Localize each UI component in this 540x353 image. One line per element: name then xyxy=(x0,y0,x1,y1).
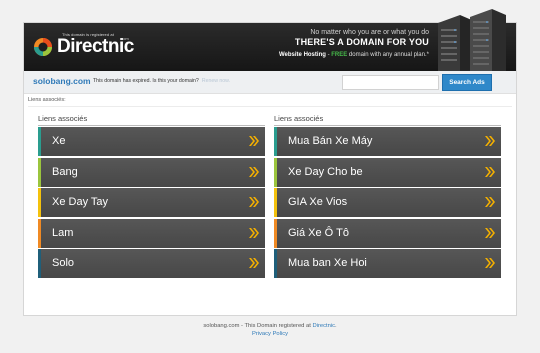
directnic-logo-icon xyxy=(34,38,52,56)
related-link-row[interactable]: Solo xyxy=(38,248,265,278)
hosting-offer[interactable]: Website Hosting - FREE domain with any a… xyxy=(279,52,429,58)
double-chevron-right-icon xyxy=(485,136,495,147)
column-heading: Liens associés xyxy=(38,114,265,126)
double-chevron-right-icon xyxy=(485,257,495,268)
double-chevron-right-icon xyxy=(249,227,259,238)
privacy-policy-link[interactable]: Privacy Policy xyxy=(252,331,288,337)
related-link-label: Lam xyxy=(52,226,74,239)
related-link-label: Solo xyxy=(52,256,75,269)
links-column-right: Liens associés Mua Bán Xe Máy Xe Day Cho … xyxy=(274,114,501,278)
row-accent-bar xyxy=(38,157,41,187)
related-link-label: Mua ban Xe Hoi xyxy=(288,256,367,269)
double-chevron-right-icon xyxy=(249,197,259,208)
related-link-row[interactable]: Xe Day Cho be xyxy=(274,157,501,187)
related-link-row[interactable]: Giá Xe Ô Tô xyxy=(274,218,501,248)
hosting-rest: domain with any annual plan.* xyxy=(347,52,429,58)
expired-message: This domain has expired. Is this your do… xyxy=(93,78,230,84)
double-chevron-right-icon xyxy=(249,166,259,177)
domain-bar: solobang.com This domain has expired. Is… xyxy=(24,71,516,94)
row-accent-bar xyxy=(274,127,277,157)
related-link-label: Xe xyxy=(52,135,66,148)
row-accent-bar xyxy=(274,157,277,187)
expired-text: This domain has expired. Is this your do… xyxy=(93,78,199,84)
column-heading: Liens associés xyxy=(274,114,501,126)
double-chevron-right-icon xyxy=(485,227,495,238)
related-link-label: Bang xyxy=(52,165,78,178)
directnic-banner[interactable]: Directnic This domain is registered at .… xyxy=(24,9,516,71)
double-chevron-right-icon xyxy=(485,166,495,177)
directnic-logo[interactable]: Directnic xyxy=(33,34,134,60)
footer-text: solobang.com - This Domain registered at xyxy=(203,323,313,329)
row-accent-bar xyxy=(274,248,277,278)
related-link-label: Xe Day Tay xyxy=(52,196,109,209)
logo-suffix: .com xyxy=(120,36,129,41)
slogan-line-2: THERE'S A DOMAIN FOR YOU xyxy=(294,37,429,47)
row-accent-bar xyxy=(274,188,277,218)
related-link-row[interactable]: GIA Xe Vios xyxy=(274,188,501,218)
related-link-row[interactable]: Bang xyxy=(38,157,265,187)
related-link-label: GIA Xe Vios xyxy=(288,196,348,209)
registrar-link[interactable]: Directnic xyxy=(312,323,335,329)
double-chevron-right-icon xyxy=(485,197,495,208)
related-link-label: Giá Xe Ô Tô xyxy=(288,226,349,239)
related-link-row[interactable]: Mua Bán Xe Máy xyxy=(274,127,501,157)
row-accent-bar xyxy=(38,218,41,248)
search-input[interactable] xyxy=(342,75,439,90)
related-link-row[interactable]: Xe xyxy=(38,127,265,157)
footer: solobang.com - This Domain registered at… xyxy=(0,323,540,337)
divider xyxy=(28,106,512,107)
related-links-label: Liens associés: xyxy=(28,97,66,103)
renew-link[interactable]: Renew now. xyxy=(202,78,230,84)
page-frame: Directnic This domain is registered at .… xyxy=(23,9,517,316)
slogan-line-1: No matter who you are or what you do xyxy=(310,29,429,36)
footer-text-end: . xyxy=(335,323,337,329)
domain-name: solobang.com xyxy=(33,76,91,86)
row-accent-bar xyxy=(38,127,41,157)
hosting-label: Website Hosting xyxy=(279,52,326,58)
footer-line: solobang.com - This Domain registered at… xyxy=(0,323,540,329)
registered-note: This domain is registered at xyxy=(62,32,114,37)
row-accent-bar xyxy=(38,188,41,218)
hosting-free: FREE xyxy=(331,52,348,58)
server-rack-icon xyxy=(438,9,506,71)
related-link-label: Xe Day Cho be xyxy=(288,165,363,178)
related-link-row[interactable]: Mua ban Xe Hoi xyxy=(274,248,501,278)
links-column-left: Liens associés Xe Bang Xe Day Tay Lam Solo xyxy=(38,114,265,278)
related-link-label: Mua Bán Xe Máy xyxy=(288,135,373,148)
row-accent-bar xyxy=(274,218,277,248)
related-link-row[interactable]: Xe Day Tay xyxy=(38,188,265,218)
search-ads-button[interactable]: Search Ads xyxy=(442,74,492,91)
related-link-row[interactable]: Lam xyxy=(38,218,265,248)
double-chevron-right-icon xyxy=(249,257,259,268)
double-chevron-right-icon xyxy=(249,136,259,147)
row-accent-bar xyxy=(38,248,41,278)
